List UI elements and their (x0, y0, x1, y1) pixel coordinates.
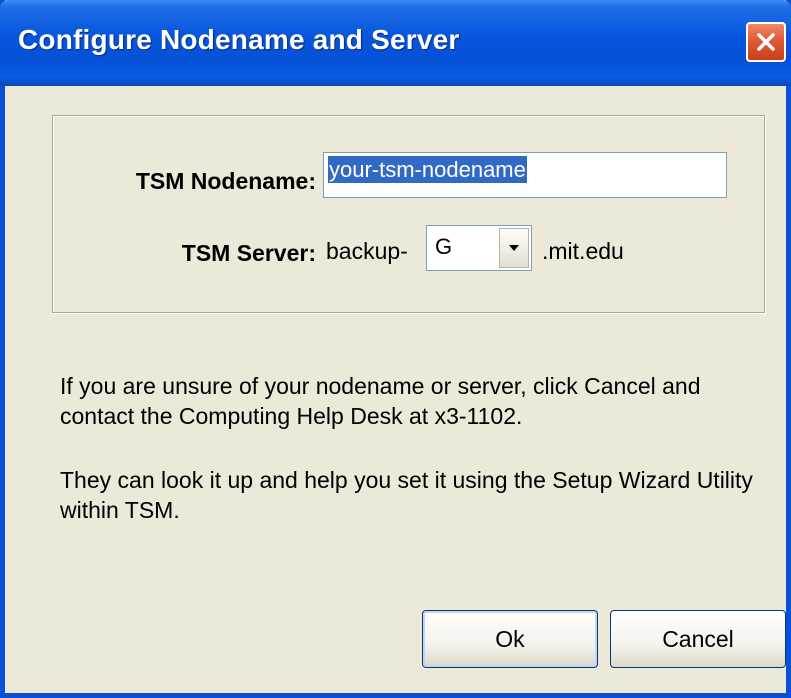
close-icon (757, 33, 775, 51)
server-label: TSM Server: (181, 240, 316, 266)
server-selected-value: G (435, 234, 453, 259)
server-dropdown-button[interactable] (499, 228, 529, 268)
close-button[interactable] (746, 22, 786, 62)
window-title: Configure Nodename and Server (18, 24, 460, 55)
settings-groupbox (52, 115, 765, 313)
server-prefix: backup- (326, 238, 408, 264)
title-bar[interactable]: Configure Nodename and Server (0, 0, 791, 86)
dialog-window: Configure Nodename and Server TSM Nodena… (0, 0, 791, 698)
cancel-button[interactable]: Cancel (610, 610, 786, 668)
nodename-input[interactable]: your-tsm-nodename (323, 152, 727, 198)
server-select[interactable]: G (426, 225, 532, 271)
help-text-2: They can look it up and help you set it … (60, 467, 753, 523)
help-text-1: If you are unsure of your nodename or se… (60, 373, 701, 429)
chevron-down-icon (509, 245, 519, 251)
server-suffix: .mit.edu (542, 238, 624, 264)
window-bottom-border (0, 693, 791, 698)
nodename-label: TSM Nodename: (135, 168, 316, 194)
ok-button[interactable]: Ok (422, 610, 598, 668)
nodename-value: your-tsm-nodename (328, 156, 527, 183)
